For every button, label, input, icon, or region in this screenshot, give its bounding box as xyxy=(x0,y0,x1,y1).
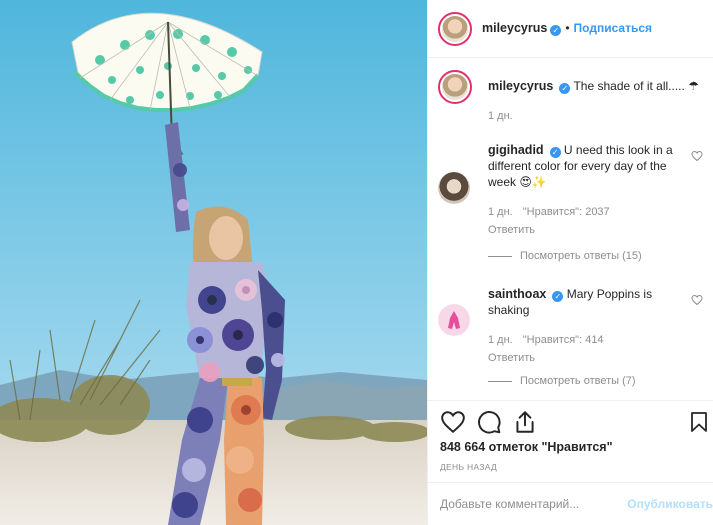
comment-time[interactable]: 1 дн. xyxy=(488,334,513,346)
commenter-avatar[interactable] xyxy=(438,304,470,336)
like-comment-heart-icon[interactable] xyxy=(691,150,703,162)
caption-text: The shade of it all..... ☂ xyxy=(573,79,699,93)
separator-dot: • xyxy=(565,21,570,35)
comment-username[interactable]: sainthoax xyxy=(488,287,546,301)
author-avatar[interactable] xyxy=(438,11,472,46)
like-heart-icon[interactable] xyxy=(440,409,466,435)
comment-time[interactable]: 1 дн. xyxy=(488,206,513,218)
caption-avatar[interactable] xyxy=(438,70,472,104)
replies-line xyxy=(488,255,512,257)
view-replies-label: Посмотреть ответы (15) xyxy=(520,250,642,262)
share-upload-icon[interactable] xyxy=(512,409,538,435)
reply-button[interactable]: Ответить xyxy=(488,350,683,366)
commenter-avatar[interactable] xyxy=(438,172,470,204)
praying-hands-icon xyxy=(448,311,460,329)
instagram-post: mileycyrus ✓ • Подписаться mileycyrus ✓ The … xyxy=(0,0,713,525)
verified-badge-icon: ✓ xyxy=(550,25,562,36)
caption-username[interactable]: mileycyrus xyxy=(488,79,553,93)
comment-input[interactable] xyxy=(440,497,615,511)
like-comment-heart-icon[interactable] xyxy=(691,294,703,306)
post-header: mileycyrus ✓ • Подписаться xyxy=(428,0,713,58)
view-replies-button[interactable]: Посмотреть ответы (7) xyxy=(488,375,636,387)
reply-button[interactable]: Ответить xyxy=(488,222,683,238)
post-time-ago[interactable]: ДЕНЬ НАЗАД xyxy=(440,462,497,472)
post-image xyxy=(0,0,427,525)
author-username[interactable]: mileycyrus xyxy=(482,21,547,35)
save-bookmark-icon[interactable] xyxy=(687,409,711,435)
verified-badge-icon: ✓ xyxy=(549,147,561,158)
comment-composer: Опубликовать xyxy=(428,482,713,525)
publish-button[interactable]: Опубликовать xyxy=(627,497,713,511)
verified-badge-icon: ✓ xyxy=(552,291,564,302)
follow-button[interactable]: Подписаться xyxy=(574,21,652,35)
replies-line xyxy=(488,380,512,382)
action-bar xyxy=(428,400,713,440)
header-names: mileycyrus ✓ • Подписаться xyxy=(482,21,652,36)
post-sidebar: mileycyrus ✓ • Подписаться mileycyrus ✓ The … xyxy=(427,0,713,525)
view-replies-label: Посмотреть ответы (7) xyxy=(520,375,636,387)
caption-time[interactable]: 1 дн. xyxy=(488,110,513,122)
comment-bubble-icon[interactable] xyxy=(476,409,502,435)
comment-likes[interactable]: "Нравится": 2037 xyxy=(523,206,610,218)
comment-likes[interactable]: "Нравится": 414 xyxy=(523,334,604,346)
verified-badge-icon: ✓ xyxy=(559,83,571,94)
post-photo[interactable] xyxy=(0,0,427,525)
comments-list[interactable]: mileycyrus ✓ The shade of it all..... ☂ 1… xyxy=(428,58,713,400)
view-replies-button[interactable]: Посмотреть ответы (15) xyxy=(488,250,642,262)
comment-username[interactable]: gigihadid xyxy=(488,143,544,157)
likes-count[interactable]: 848 664 отметок "Нравится" xyxy=(440,440,613,454)
